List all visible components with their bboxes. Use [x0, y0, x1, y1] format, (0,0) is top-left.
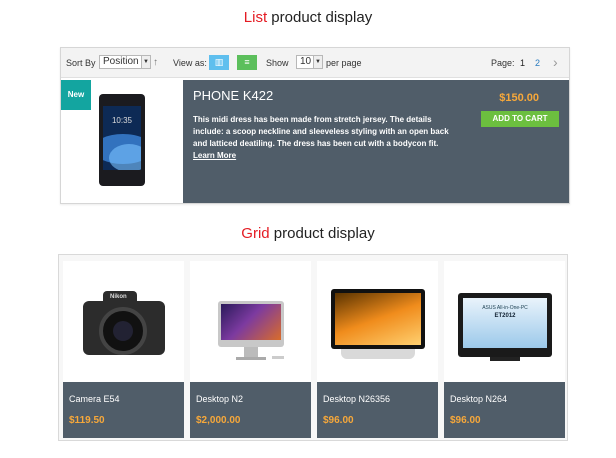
imac-desktop-image[interactable]	[190, 261, 311, 379]
grid-product-card[interactable]: Desktop N26356 $96.00	[317, 261, 438, 438]
list-product-price: $150.00	[499, 92, 539, 104]
grid-product-price: $119.50	[69, 415, 105, 426]
description-text: This midi dress has been made from stret…	[193, 115, 449, 148]
list-panel: Sort By Position ▼ ↑ View as: ▥ ≡ Show 1…	[60, 47, 570, 204]
asus-desktop-image[interactable]: ASUS All-in-One-PC ET2012	[444, 261, 565, 379]
add-to-cart-button[interactable]: ADD TO CART	[481, 111, 559, 127]
lenovo-desktop-image[interactable]	[317, 261, 438, 379]
view-as-label: View as:	[173, 58, 207, 68]
list-product-item: New 10:35 PHONE K422 This midi dress has…	[61, 80, 569, 203]
per-page-label: per page	[326, 58, 362, 68]
page-1-link[interactable]: 1	[520, 58, 525, 68]
grid-product-name[interactable]: Camera E54	[69, 394, 120, 404]
asus-screen-model: ET2012	[494, 313, 516, 319]
grid-title-rest: product display	[269, 225, 375, 242]
grid-product-name[interactable]: Desktop N2	[196, 394, 243, 404]
grid-product-price: $96.00	[323, 415, 354, 426]
view-grid-button[interactable]: ≡	[237, 55, 257, 70]
dropdown-arrow-icon: ▼	[313, 56, 322, 68]
list-title-accent: List	[243, 9, 268, 26]
grid-product-price: $96.00	[450, 415, 481, 426]
sort-by-value: Position	[103, 56, 139, 67]
page-label: Page:	[491, 58, 515, 68]
list-product-description: This midi dress has been made from stret…	[193, 114, 455, 162]
sort-direction-up-arrow-icon[interactable]: ↑	[153, 57, 158, 68]
phone-image: 10:35	[99, 94, 145, 186]
limit-select[interactable]: 10 ▼	[296, 55, 323, 69]
grid-product-card[interactable]: Desktop N2 $2,000.00	[190, 261, 311, 438]
sort-by-select[interactable]: Position ▼	[99, 55, 151, 69]
list-title-rest: product display	[267, 9, 373, 26]
camera-image[interactable]: Nikon	[63, 261, 184, 379]
list-view-icon: ▥	[214, 57, 224, 67]
page-2-link[interactable]: 2	[535, 58, 540, 68]
list-product-name[interactable]: PHONE K422	[193, 88, 273, 103]
sort-by-label: Sort By	[66, 58, 96, 68]
asus-screen-text: ASUS All-in-One-PC	[482, 305, 528, 311]
next-page-chevron-right-icon[interactable]: ›	[553, 54, 558, 70]
grid-product-card[interactable]: ASUS All-in-One-PC ET2012 Desktop N264 $…	[444, 261, 565, 438]
phone-clock: 10:35	[111, 116, 133, 125]
grid-panel: Nikon Camera E54 $119.50 Desktop N2 $2,0…	[58, 254, 568, 441]
list-product-image[interactable]: New 10:35	[61, 80, 183, 203]
grid-product-card[interactable]: Nikon Camera E54 $119.50	[63, 261, 184, 438]
show-label: Show	[266, 58, 289, 68]
grid-product-name[interactable]: Desktop N264	[450, 394, 507, 404]
view-list-button[interactable]: ▥	[209, 55, 229, 70]
grid-section-title: Grid product display	[0, 225, 616, 242]
camera-brand: Nikon	[110, 294, 127, 300]
list-toolbar: Sort By Position ▼ ↑ View as: ▥ ≡ Show 1…	[61, 48, 569, 78]
grid-title-accent: Grid	[241, 225, 270, 242]
learn-more-link[interactable]: Learn More	[193, 151, 236, 160]
grid-product-name[interactable]: Desktop N26356	[323, 394, 390, 404]
limit-value: 10	[300, 56, 312, 67]
new-badge: New	[61, 80, 91, 110]
grid-view-icon: ≡	[244, 57, 250, 67]
list-product-info: PHONE K422 This midi dress has been made…	[183, 80, 569, 203]
list-section-title: List product display	[0, 9, 616, 26]
grid-product-price: $2,000.00	[196, 415, 241, 426]
dropdown-arrow-icon: ▼	[141, 56, 150, 68]
